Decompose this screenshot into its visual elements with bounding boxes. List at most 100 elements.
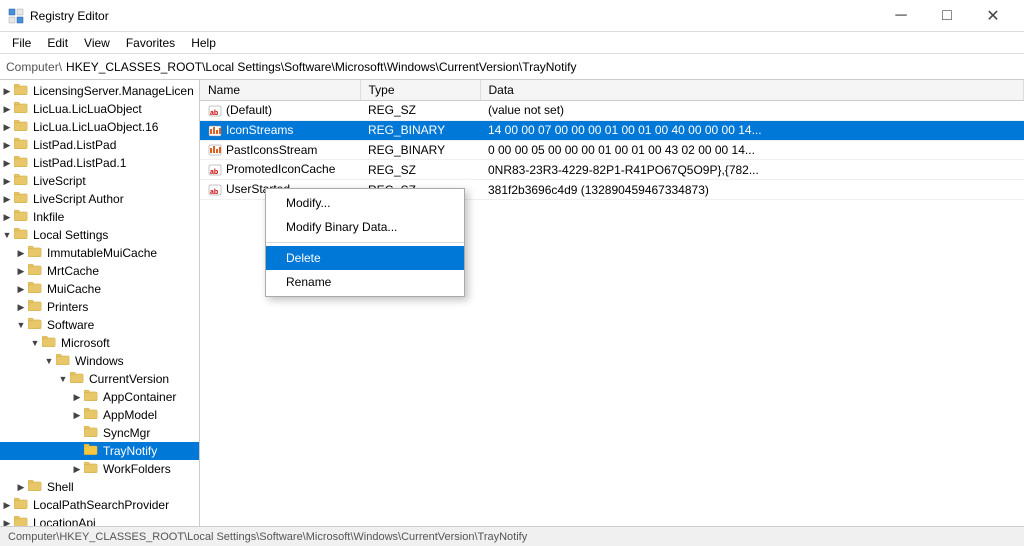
col-type[interactable]: Type — [360, 80, 480, 101]
folder-icon — [70, 371, 86, 387]
table-row[interactable]: PastIconsStream REG_BINARY 0 00 00 05 00… — [200, 140, 1024, 160]
folder-icon — [14, 155, 30, 171]
tree-item[interactable]: ▶ MuiCache — [0, 280, 199, 298]
tree-item[interactable]: ▶ Printers — [0, 298, 199, 316]
tree-expand-icon[interactable]: ▶ — [14, 280, 28, 298]
tree-expand-icon[interactable]: ▶ — [70, 460, 84, 478]
table-row[interactable]: abPromotedIconCache REG_SZ 0NR83-23R3-42… — [200, 160, 1024, 180]
tree-item[interactable]: ▶ ListPad.ListPad — [0, 136, 199, 154]
col-name[interactable]: Name — [200, 80, 360, 101]
tree-expand-icon[interactable]: ▶ — [0, 100, 14, 118]
menu-edit[interactable]: Edit — [39, 34, 76, 52]
tree-item[interactable]: ▶ LocationApi — [0, 514, 199, 526]
tree-item[interactable]: ▶ AppContainer — [0, 388, 199, 406]
tree-item[interactable]: ▼ Windows — [0, 352, 199, 370]
tree-expand-icon[interactable]: ▶ — [14, 244, 28, 262]
tree-item[interactable]: TrayNotify — [0, 442, 199, 460]
tree-item[interactable]: ▶ WorkFolders — [0, 460, 199, 478]
cell-type: REG_BINARY — [360, 120, 480, 140]
tree-item-label: AppModel — [103, 408, 157, 422]
tree-item-label: AppContainer — [103, 390, 176, 404]
folder-icon — [28, 479, 44, 495]
tree-item[interactable]: ▶ LiveScript — [0, 172, 199, 190]
context-menu-item[interactable]: Delete — [266, 246, 464, 270]
tree-expand-icon[interactable]: ▶ — [0, 208, 14, 226]
tree-expand-icon[interactable]: ▶ — [0, 190, 14, 208]
tree-item[interactable]: ▶ ListPad.ListPad.1 — [0, 154, 199, 172]
cell-name: abPromotedIconCache — [200, 160, 360, 180]
tree-expand-icon[interactable]: ▶ — [14, 262, 28, 280]
cell-name: PastIconsStream — [200, 140, 360, 160]
folder-icon — [42, 335, 58, 351]
close-button[interactable]: ✕ — [970, 0, 1016, 32]
tree-item-label: LocationApi — [33, 516, 96, 526]
tree-item-label: MrtCache — [47, 264, 99, 278]
tree-item[interactable]: ▶ LicLua.LicLuaObject.16 — [0, 118, 199, 136]
tree-item[interactable]: SyncMgr — [0, 424, 199, 442]
svg-text:ab: ab — [210, 110, 218, 117]
cell-data: 14 00 00 07 00 00 00 01 00 01 00 40 00 0… — [480, 120, 1024, 140]
tree-expand-icon[interactable]: ▼ — [42, 352, 56, 370]
tree-item[interactable]: ▼ CurrentVersion — [0, 370, 199, 388]
tree-expand-icon[interactable]: ▼ — [14, 316, 28, 334]
menu-file[interactable]: File — [4, 34, 39, 52]
tree-item-label: Software — [47, 318, 94, 332]
tree-item-label: TrayNotify — [103, 444, 157, 458]
folder-icon — [84, 389, 100, 405]
tree-expand-icon[interactable]: ▶ — [0, 136, 14, 154]
tree-item[interactable]: ▶ MrtCache — [0, 262, 199, 280]
folder-icon — [84, 407, 100, 423]
tree-expand-icon[interactable]: ▶ — [0, 172, 14, 190]
tree-expand-icon[interactable]: ▶ — [0, 154, 14, 172]
tree-item[interactable]: ▶ Inkfile — [0, 208, 199, 226]
tree-expand-icon[interactable]: ▶ — [0, 118, 14, 136]
registry-tree[interactable]: ▶ LicensingServer.ManageLicen▶ LicLua.Li… — [0, 80, 200, 526]
address-path: HKEY_CLASSES_ROOT\Local Settings\Softwar… — [66, 60, 576, 74]
tree-expand-icon[interactable]: ▼ — [0, 226, 14, 244]
maximize-button[interactable]: □ — [924, 0, 970, 32]
context-menu-item[interactable]: Rename — [266, 270, 464, 294]
cell-name: ab(Default) — [200, 101, 360, 121]
tree-expand-icon[interactable]: ▶ — [14, 298, 28, 316]
tree-item[interactable]: ▼ Local Settings — [0, 226, 199, 244]
tree-expand-icon[interactable]: ▶ — [70, 388, 84, 406]
minimize-button[interactable]: ─ — [878, 0, 924, 32]
detail-table: Name Type Data ab(Default) REG_SZ (value… — [200, 80, 1024, 200]
tree-item[interactable]: ▶ AppModel — [0, 406, 199, 424]
tree-item-label: Shell — [47, 480, 74, 494]
registry-detail[interactable]: Name Type Data ab(Default) REG_SZ (value… — [200, 80, 1024, 526]
tree-item[interactable]: ▼ Microsoft — [0, 334, 199, 352]
tree-expand-icon[interactable]: ▶ — [0, 514, 14, 526]
table-row[interactable]: IconStreams REG_BINARY 14 00 00 07 00 00… — [200, 120, 1024, 140]
tree-item[interactable]: ▶ LicensingServer.ManageLicen — [0, 82, 199, 100]
svg-text:ab: ab — [210, 189, 218, 196]
folder-icon — [14, 191, 30, 207]
menu-view[interactable]: View — [76, 34, 118, 52]
tree-expand-icon[interactable]: ▼ — [56, 370, 70, 388]
tree-item[interactable]: ▶ LicLua.LicLuaObject — [0, 100, 199, 118]
menu-favorites[interactable]: Favorites — [118, 34, 183, 52]
menu-help[interactable]: Help — [183, 34, 224, 52]
context-menu-item[interactable]: Modify Binary Data... — [266, 215, 464, 239]
tree-spacer — [70, 442, 84, 460]
tree-expand-icon[interactable]: ▶ — [14, 478, 28, 496]
tree-expand-icon[interactable]: ▶ — [0, 496, 14, 514]
tree-item[interactable]: ▶ LiveScript Author — [0, 190, 199, 208]
status-text: Computer\HKEY_CLASSES_ROOT\Local Setting… — [8, 531, 527, 543]
tree-item[interactable]: ▶ ImmutableMuiCache — [0, 244, 199, 262]
folder-icon — [14, 83, 30, 99]
tree-item-label: Printers — [47, 300, 88, 314]
tree-expand-icon[interactable]: ▶ — [0, 82, 14, 100]
tree-item[interactable]: ▶ LocalPathSearchProvider — [0, 496, 199, 514]
table-row[interactable]: ab(Default) REG_SZ (value not set) — [200, 101, 1024, 121]
context-menu: Modify...Modify Binary Data... DeleteRena… — [265, 188, 465, 297]
tree-expand-icon[interactable]: ▶ — [70, 406, 84, 424]
tree-item[interactable]: ▶ Shell — [0, 478, 199, 496]
folder-icon — [28, 281, 44, 297]
tree-expand-icon[interactable]: ▼ — [28, 334, 42, 352]
tree-item[interactable]: ▼ Software — [0, 316, 199, 334]
tree-item-label: LiveScript Author — [33, 192, 124, 206]
title-bar: Registry Editor ─ □ ✕ — [0, 0, 1024, 32]
col-data[interactable]: Data — [480, 80, 1024, 101]
context-menu-item[interactable]: Modify... — [266, 191, 464, 215]
